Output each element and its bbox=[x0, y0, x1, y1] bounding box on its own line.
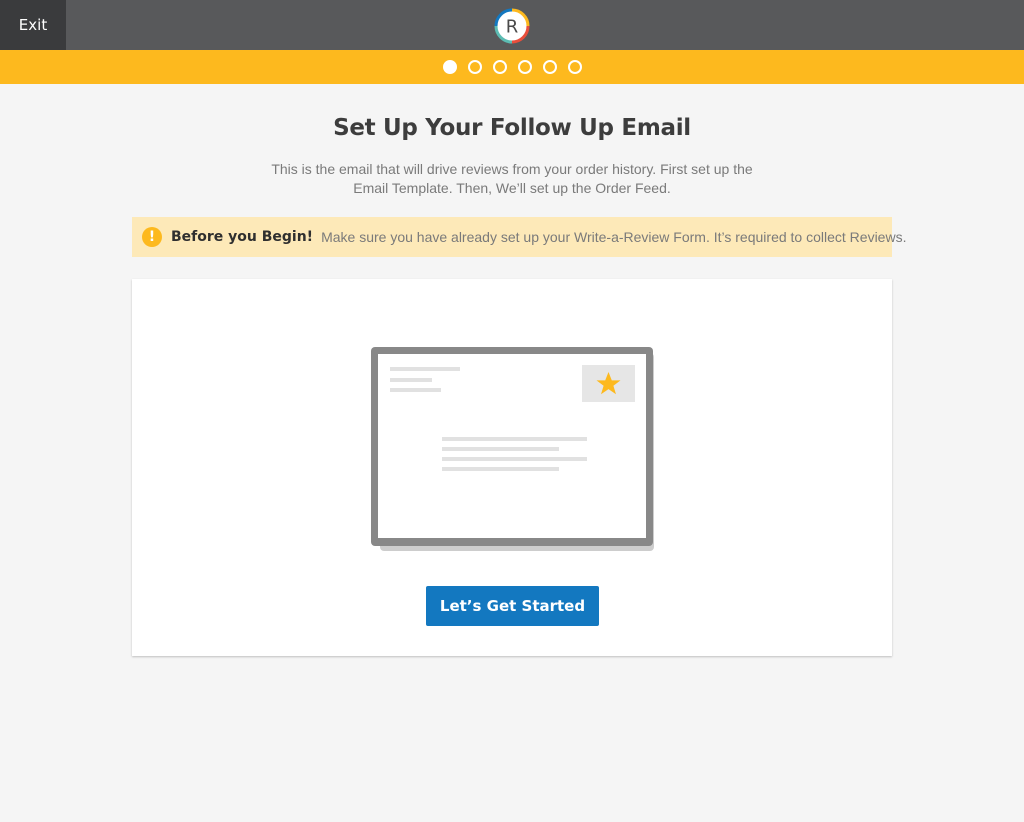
email-envelope-star-icon bbox=[371, 347, 654, 551]
before-you-begin-alert: ! Before you Begin! Make sure you have a… bbox=[132, 217, 906, 257]
intro-card: Let’s Get Started bbox=[132, 279, 892, 656]
step-dot-4 bbox=[518, 60, 532, 74]
step-indicator bbox=[443, 60, 582, 74]
exit-button[interactable]: Exit bbox=[0, 0, 66, 50]
lets-get-started-button[interactable]: Let’s Get Started bbox=[426, 586, 599, 626]
step-dot-3 bbox=[493, 60, 507, 74]
page-subtitle: This is the email that will drive review… bbox=[271, 161, 753, 196]
exclamation-icon: ! bbox=[142, 227, 162, 247]
step-dot-2 bbox=[468, 60, 482, 74]
top-bar: Exit R bbox=[0, 0, 1024, 50]
step-dot-1 bbox=[443, 60, 457, 74]
alert-text: Make sure you have already set up your W… bbox=[321, 229, 907, 245]
alert-title: Before you Begin! bbox=[171, 229, 314, 245]
step-dot-6 bbox=[568, 60, 582, 74]
logo-icon: R bbox=[494, 8, 530, 44]
page-title: Set Up Your Follow Up Email bbox=[333, 115, 691, 141]
logo-letter: R bbox=[506, 17, 519, 38]
step-dot-5 bbox=[543, 60, 557, 74]
